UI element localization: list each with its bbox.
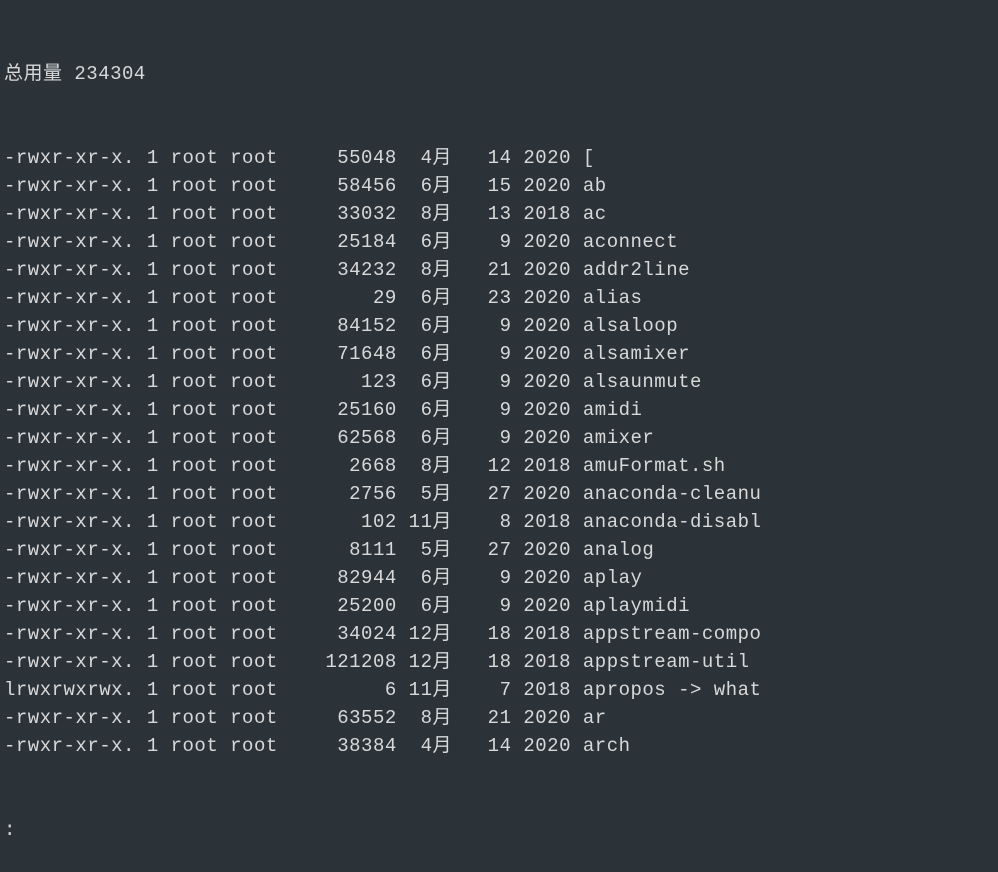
file-row: -rwxr-xr-x. 1 root root 62568 6月 9 2020 … — [4, 424, 998, 452]
file-row: -rwxr-xr-x. 1 root root 34232 8月 21 2020… — [4, 256, 998, 284]
file-row: -rwxr-xr-x. 1 root root 25160 6月 9 2020 … — [4, 396, 998, 424]
file-row: -rwxr-xr-x. 1 root root 121208 12月 18 20… — [4, 648, 998, 676]
file-row: -rwxr-xr-x. 1 root root 33032 8月 13 2018… — [4, 200, 998, 228]
file-row: -rwxr-xr-x. 1 root root 82944 6月 9 2020 … — [4, 564, 998, 592]
file-row: -rwxr-xr-x. 1 root root 34024 12月 18 201… — [4, 620, 998, 648]
file-row: -rwxr-xr-x. 1 root root 58456 6月 15 2020… — [4, 172, 998, 200]
pager-prompt[interactable]: : — [4, 816, 998, 844]
file-row: -rwxr-xr-x. 1 root root 25184 6月 9 2020 … — [4, 228, 998, 256]
file-row: -rwxr-xr-x. 1 root root 38384 4月 14 2020… — [4, 732, 998, 760]
file-row: -rwxr-xr-x. 1 root root 8111 5月 27 2020 … — [4, 536, 998, 564]
terminal-output: 总用量 234304 -rwxr-xr-x. 1 root root 55048… — [4, 4, 998, 872]
total-usage-line: 总用量 234304 — [4, 60, 998, 88]
file-row: -rwxr-xr-x. 1 root root 55048 4月 14 2020… — [4, 144, 998, 172]
file-row: lrwxrwxrwx. 1 root root 6 11月 7 2018 apr… — [4, 676, 998, 704]
file-row: -rwxr-xr-x. 1 root root 123 6月 9 2020 al… — [4, 368, 998, 396]
file-row: -rwxr-xr-x. 1 root root 71648 6月 9 2020 … — [4, 340, 998, 368]
file-row: -rwxr-xr-x. 1 root root 29 6月 23 2020 al… — [4, 284, 998, 312]
file-row: -rwxr-xr-x. 1 root root 102 11月 8 2018 a… — [4, 508, 998, 536]
file-row: -rwxr-xr-x. 1 root root 84152 6月 9 2020 … — [4, 312, 998, 340]
file-row: -rwxr-xr-x. 1 root root 25200 6月 9 2020 … — [4, 592, 998, 620]
file-row: -rwxr-xr-x. 1 root root 2756 5月 27 2020 … — [4, 480, 998, 508]
file-row: -rwxr-xr-x. 1 root root 63552 8月 21 2020… — [4, 704, 998, 732]
file-listing: -rwxr-xr-x. 1 root root 55048 4月 14 2020… — [4, 144, 998, 760]
file-row: -rwxr-xr-x. 1 root root 2668 8月 12 2018 … — [4, 452, 998, 480]
